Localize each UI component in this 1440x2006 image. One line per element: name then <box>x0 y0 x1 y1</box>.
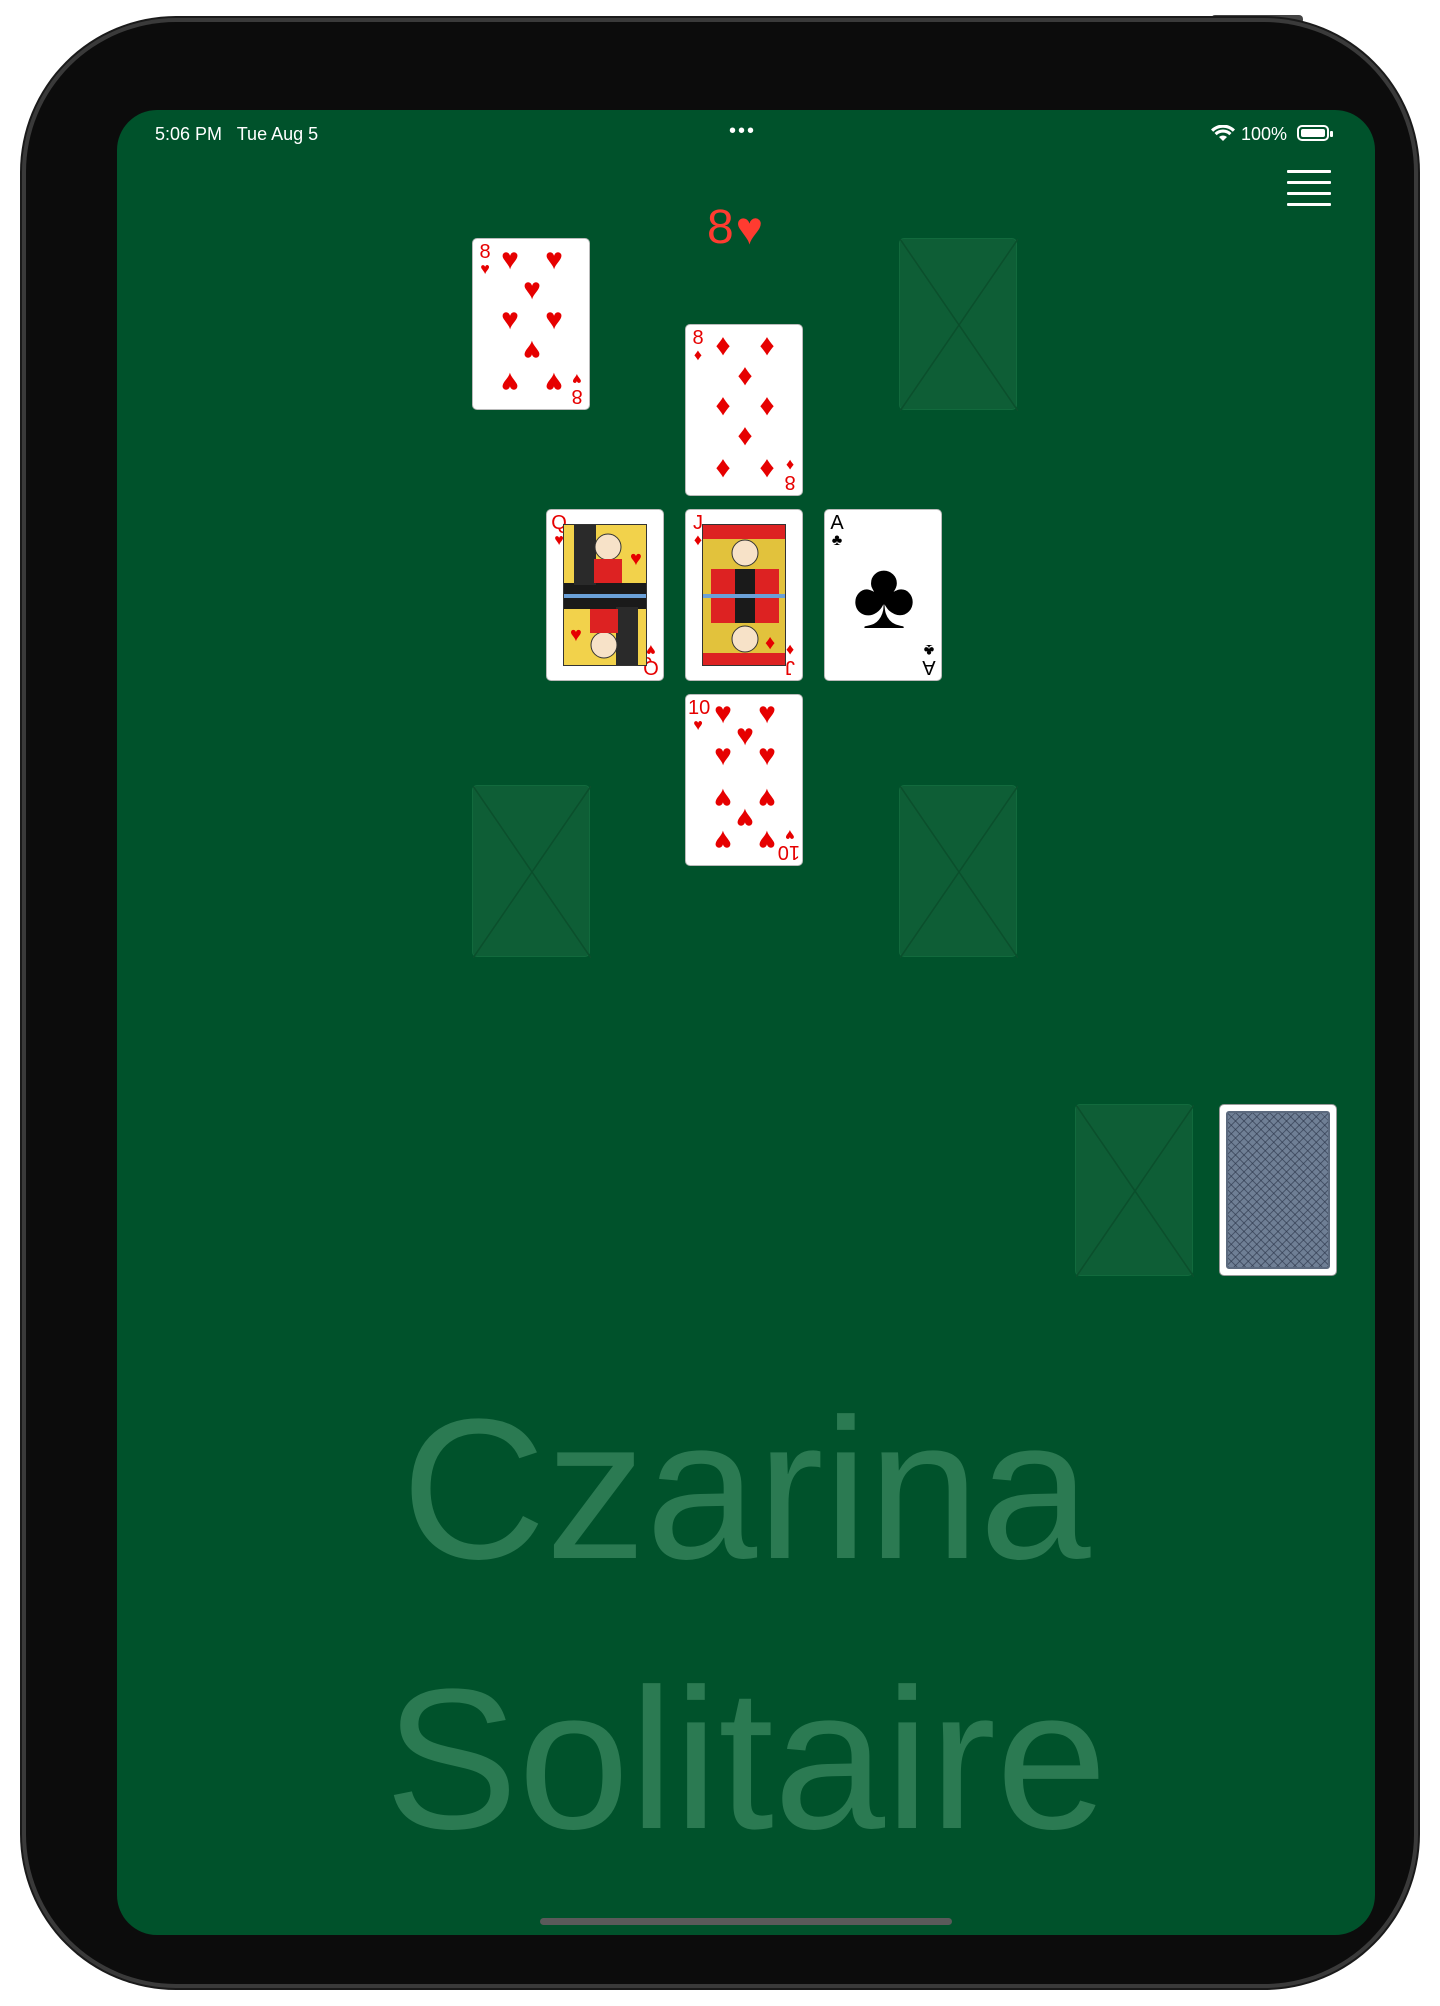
empty-slot-top-right[interactable] <box>899 238 1018 411</box>
card-center-bottom[interactable]: 10 ♥ 10 ♥ ♥ ♥ ♥ ♥ ♥ ♥ ♥ ♥ ♥ ♥ <box>685 694 803 866</box>
diamond-icon: ♦ <box>759 451 775 484</box>
empty-slot-bottom-right[interactable] <box>899 785 1018 958</box>
card-top-left[interactable]: 8 ♥ 8 ♥ ♥ ♥ ♥ ♥ ♥ ♥ ♥ ♥ <box>472 238 590 410</box>
heart-icon: ♥ <box>545 303 563 336</box>
status-bar: 5:06 PM Tue Aug 5 ••• 100% <box>117 118 1375 148</box>
heart-icon: ♥ <box>523 334 541 367</box>
wifi-icon <box>1211 124 1235 147</box>
svg-text:♥: ♥ <box>570 624 582 646</box>
heart-icon: ♥ <box>545 243 563 276</box>
battery-icon <box>1297 125 1333 141</box>
diamond-icon: ♦ <box>759 329 775 362</box>
heart-icon: ♥ <box>758 824 776 857</box>
diamond-icon: ♦ <box>737 419 753 452</box>
jack-portrait: ♦ <box>702 524 786 666</box>
empty-slot-bottom-left[interactable] <box>472 785 591 958</box>
diamond-icon: ♦ <box>715 451 731 484</box>
target-card-indicator: 8 ♥ <box>707 200 763 255</box>
club-icon: ♣ <box>852 542 916 649</box>
stock-pile[interactable] <box>1219 1104 1337 1276</box>
heart-icon: ♥ <box>523 273 541 306</box>
target-rank: 8 <box>707 201 734 254</box>
heart-icon: ♥ <box>714 824 732 857</box>
heart-icon: ♥ <box>714 739 732 772</box>
diamond-icon: ♦ <box>715 389 731 422</box>
device-frame: 5:06 PM Tue Aug 5 ••• 100% 8 ♥ 8 ♥ 8 ♥ ♥… <box>26 22 1414 1984</box>
svg-text:♦: ♦ <box>765 632 775 654</box>
card-center-left[interactable]: Q ♥ Q ♥ ♥ ♥ <box>546 509 664 681</box>
waste-pile-slot[interactable] <box>1075 1104 1194 1277</box>
battery-percentage: 100% <box>1241 124 1288 144</box>
heart-icon: ♥ <box>501 303 519 336</box>
heart-icon: ♥ <box>501 366 519 399</box>
card-center-right[interactable]: A ♣ A ♣ ♣ <box>824 509 942 681</box>
queen-portrait: ♥ ♥ <box>563 524 647 666</box>
status-time: 5:06 PM Tue Aug 5 <box>155 124 319 144</box>
diamond-icon: ♦ <box>737 359 753 392</box>
multitasking-dots[interactable]: ••• <box>729 121 756 141</box>
card-center[interactable]: J ♦ J ♦ ♦ <box>685 509 803 681</box>
heart-icon: ♥ <box>735 201 764 254</box>
heart-icon: ♥ <box>758 739 776 772</box>
heart-icon: ♥ <box>501 243 519 276</box>
home-indicator[interactable] <box>540 1918 952 1925</box>
card-back-pattern <box>1226 1111 1330 1269</box>
diamond-icon: ♦ <box>715 329 731 362</box>
game-screen: 5:06 PM Tue Aug 5 ••• 100% 8 ♥ 8 ♥ 8 ♥ ♥… <box>117 110 1375 1935</box>
game-title-line2: Solitaire <box>384 1648 1108 1871</box>
heart-icon: ♥ <box>545 366 563 399</box>
card-center-top[interactable]: 8 ♦ 8 ♦ ♦ ♦ ♦ ♦ ♦ ♦ ♦ ♦ <box>685 324 803 496</box>
game-title-line1: Czarina <box>401 1378 1091 1601</box>
hamburger-menu-icon <box>1287 170 1331 173</box>
diamond-icon: ♦ <box>759 389 775 422</box>
svg-text:♥: ♥ <box>630 548 642 570</box>
menu-button[interactable] <box>1287 170 1331 210</box>
